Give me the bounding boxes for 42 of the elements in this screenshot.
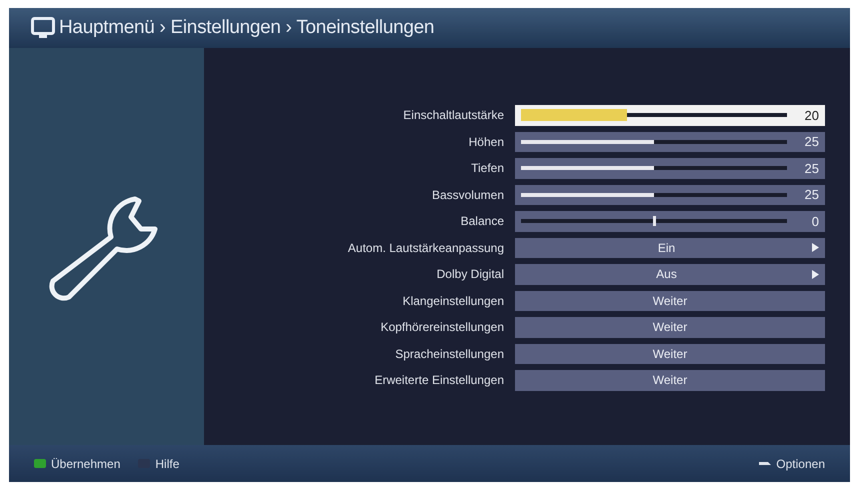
slider-value: 0: [810, 214, 819, 229]
setting-label: Erweiterte Einstellungen: [374, 373, 504, 388]
setting-label: Balance: [460, 214, 504, 228]
breadcrumb: Hauptmenü › Einstellungen › Toneinstellungen: [59, 17, 434, 39]
next-label: Weiter: [652, 346, 688, 361]
option-selector[interactable]: Aus: [515, 264, 825, 284]
slider-control[interactable]: 25: [515, 184, 825, 205]
slider-control[interactable]: 25: [515, 132, 825, 152]
slider-thumb[interactable]: [653, 216, 656, 226]
setting-label: Kopfhörereinstellungen: [380, 320, 504, 334]
next-button[interactable]: Weiter: [515, 344, 825, 364]
next-button[interactable]: Weiter: [515, 370, 825, 390]
setting-label: Höhen: [468, 134, 504, 149]
key-hint: Hilfe: [155, 456, 180, 470]
next-label: Weiter: [652, 294, 688, 308]
setting-label: Spracheinstellungen: [394, 346, 504, 361]
slider-control[interactable]: 0: [515, 211, 825, 232]
next-button[interactable]: Weiter: [515, 290, 825, 311]
tv-icon: [31, 17, 55, 39]
setting-label: Tiefen: [470, 161, 504, 176]
setting-label: Bassvolumen: [430, 188, 504, 202]
slider-control[interactable]: 25: [515, 158, 825, 178]
option-value: Ein: [656, 240, 676, 255]
next-label: Weiter: [652, 320, 688, 334]
slider-value: 20: [804, 108, 819, 123]
slider-value: 25: [804, 134, 819, 150]
setting-label: Klangeinstellungen: [402, 294, 504, 308]
next-button[interactable]: Weiter: [515, 317, 825, 338]
next-label: Weiter: [652, 373, 688, 388]
options-key-icon: [759, 460, 772, 468]
arrow-right-icon: [812, 243, 819, 252]
setting-label: Dolby Digital: [436, 267, 504, 282]
slider-value: 25: [804, 160, 819, 176]
setting-label: Autom. Lautstärkeanpassung: [346, 240, 504, 255]
key-hint: Optionen: [776, 456, 825, 470]
arrow-right-icon: [812, 270, 819, 279]
key-hint: Übernehmen: [51, 456, 120, 470]
slider-control[interactable]: 20: [515, 105, 825, 126]
slider-value: 25: [804, 187, 819, 202]
option-selector[interactable]: Ein: [515, 238, 825, 258]
option-value: Aus: [655, 267, 678, 282]
setting-label: Einschaltlautstärke: [402, 108, 504, 122]
